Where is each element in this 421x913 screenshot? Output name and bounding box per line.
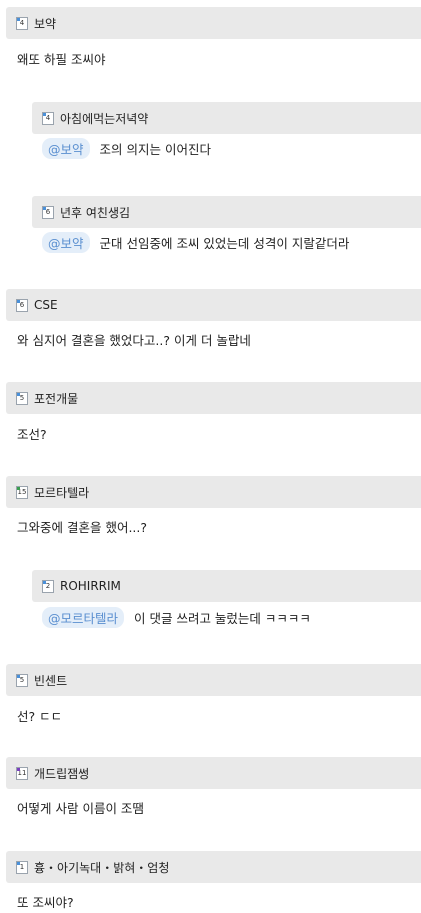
author-name[interactable]: CSE <box>34 298 58 312</box>
author-name[interactable]: 개드립잼썽 <box>34 765 89 782</box>
comment: 1 흉・아기녹대・밝혀・엄청 또 조씨야? <box>0 851 421 913</box>
comment: 6 CSE 와 심지어 결혼을 했었다고..? 이게 더 놀랍네 <box>0 289 421 369</box>
comment: 4 보약 왜또 하필 조씨야 <box>0 7 421 87</box>
comment: 11 개드립잼썽 어떻게 사람 이름이 조땜 <box>0 757 421 837</box>
comment-body: 군대 선임중에 조씨 있었는데 성격이 지랄같더라 <box>99 236 350 251</box>
reply-comment: 6 년후 여친생김 @보약 군대 선임중에 조씨 있었는데 성격이 지랄같더라 <box>0 196 421 266</box>
comment-header: 5 포전개물 <box>6 382 421 414</box>
comment-text: @보약 조의 의지는 이어진다 <box>42 138 211 159</box>
reply-comment: 4 아침에먹는저녁약 @보약 조의 의지는 이어진다 <box>0 102 421 172</box>
level-icon: 15 <box>16 485 28 499</box>
comment-header: 4 아침에먹는저녁약 <box>32 102 421 134</box>
comment-header: 1 흉・아기녹대・밝혀・엄청 <box>6 851 421 883</box>
comment-header: 6 년후 여친생김 <box>32 196 421 228</box>
comment: 5 포전개물 조선? <box>0 382 421 462</box>
comment-text: 와 심지어 결혼을 했었다고..? 이게 더 놀랍네 <box>17 333 251 348</box>
author-name[interactable]: 빈센트 <box>34 672 67 689</box>
comment-text: 선? ㄷㄷ <box>17 709 63 724</box>
comment-text: @모르타텔라 이 댓글 쓰려고 눌렀는데 ㅋㅋㅋㅋ <box>42 607 311 628</box>
level-icon: 1 <box>16 860 28 874</box>
level-icon: 5 <box>16 391 28 405</box>
author-name[interactable]: ROHIRRIM <box>60 579 121 593</box>
comment-header: 11 개드립잼썽 <box>6 757 421 789</box>
author-name[interactable]: 보약 <box>34 15 56 32</box>
author-name[interactable]: 모르타텔라 <box>34 484 89 501</box>
comment-text: 또 조씨야? <box>17 895 74 910</box>
mention-tag[interactable]: @보약 <box>42 232 90 253</box>
comment: 5 빈센트 선? ㄷㄷ <box>0 664 421 744</box>
comment-body: 이 댓글 쓰려고 눌렀는데 ㅋㅋㅋㅋ <box>134 611 311 626</box>
comment-header: 5 빈센트 <box>6 664 421 696</box>
level-icon: 5 <box>16 673 28 687</box>
author-name[interactable]: 흉・아기녹대・밝혀・엄청 <box>34 859 169 876</box>
level-icon: 4 <box>16 16 28 30</box>
author-name[interactable]: 포전개물 <box>34 390 78 407</box>
level-icon: 11 <box>16 766 28 780</box>
mention-tag[interactable]: @보약 <box>42 138 90 159</box>
comment-header: 4 보약 <box>6 7 421 39</box>
comment-body: 조의 의지는 이어진다 <box>99 142 211 157</box>
author-name[interactable]: 년후 여친생김 <box>60 204 130 221</box>
mention-tag[interactable]: @모르타텔라 <box>42 607 125 628</box>
level-icon: 6 <box>42 205 54 219</box>
level-icon: 4 <box>42 111 54 125</box>
comment-text: 그와중에 결혼을 했어...? <box>17 520 148 535</box>
reply-comment: 2 ROHIRRIM @모르타텔라 이 댓글 쓰려고 눌렀는데 ㅋㅋㅋㅋ <box>0 570 421 640</box>
level-icon: 6 <box>16 298 28 312</box>
comment-text: 조선? <box>17 427 47 442</box>
comment-text: 어떻게 사람 이름이 조땜 <box>17 801 144 816</box>
comment-text: 왜또 하필 조씨야 <box>17 52 106 67</box>
author-name[interactable]: 아침에먹는저녁약 <box>60 110 148 127</box>
comment-header: 6 CSE <box>6 289 421 321</box>
comment-header: 2 ROHIRRIM <box>32 570 421 602</box>
comment-text: @보약 군대 선임중에 조씨 있었는데 성격이 지랄같더라 <box>42 232 349 253</box>
level-icon: 2 <box>42 579 54 593</box>
comment: 15 모르타텔라 그와중에 결혼을 했어...? <box>0 476 421 556</box>
comment-header: 15 모르타텔라 <box>6 476 421 508</box>
